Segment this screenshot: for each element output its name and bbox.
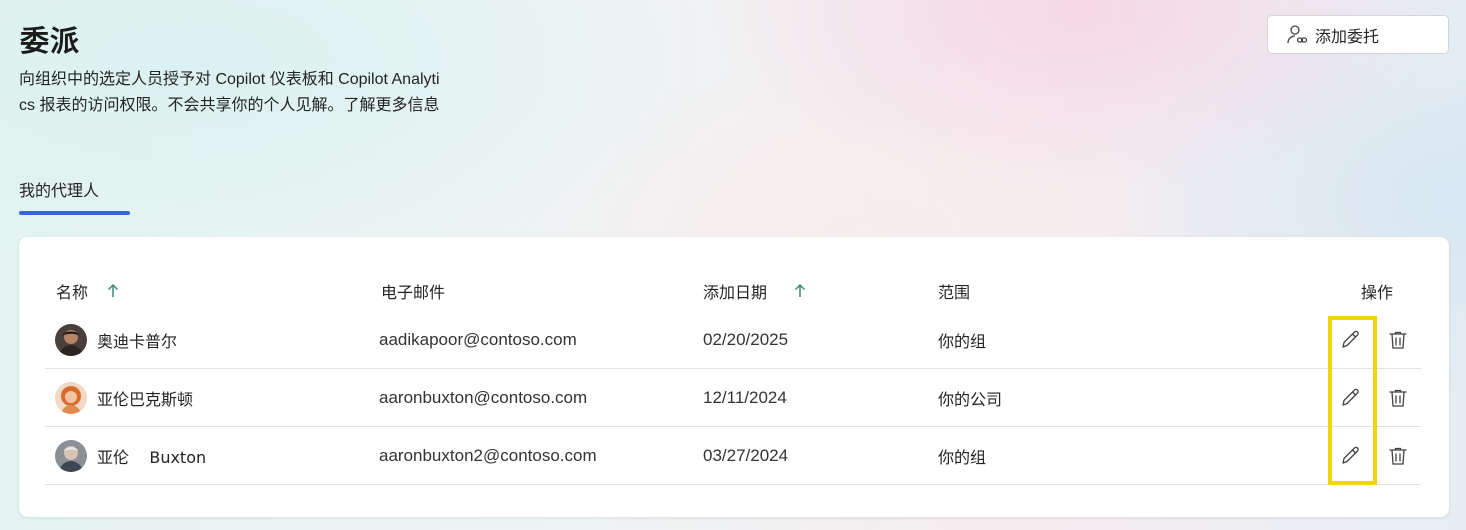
page-description-line-2: cs 报表的访问权限。不会共享你的个人见解。了解更多信息 bbox=[19, 97, 440, 114]
name-cell: 奥迪卡普尔 bbox=[55, 311, 177, 368]
sort-ascending-icon[interactable] bbox=[106, 283, 120, 299]
delete-icon[interactable] bbox=[1384, 326, 1412, 354]
column-header-scope-label: 范围 bbox=[938, 283, 971, 302]
add-delegate-button[interactable]: 添加委托 bbox=[1267, 15, 1449, 54]
name-cell: 亚伦 Buxton bbox=[55, 427, 206, 484]
delegate-name: 亚伦巴克斯顿 bbox=[97, 389, 194, 409]
delegate-scope: 你的组 bbox=[938, 447, 987, 467]
avatar bbox=[55, 323, 87, 356]
table-row[interactable]: 亚伦巴克斯顿 aaronbuxton@contoso.com 12/11/202… bbox=[45, 369, 1421, 427]
table-row[interactable]: 奥迪卡普尔 aadikapoor@contoso.com 02/20/2025 … bbox=[45, 311, 1421, 369]
delegate-email: aaronbuxton@contoso.com bbox=[379, 387, 588, 407]
delegate-date-added: 03/27/2024 bbox=[703, 445, 789, 465]
delete-icon[interactable] bbox=[1384, 384, 1412, 412]
column-header-email[interactable]: 电子邮件 bbox=[381, 279, 445, 303]
delegate-scope: 你的公司 bbox=[938, 389, 1003, 409]
column-header-name-label: 名称 bbox=[56, 283, 89, 302]
delegate-name: 亚伦 Buxton bbox=[97, 447, 207, 467]
column-header-scope[interactable]: 范围 bbox=[938, 279, 970, 303]
delegate-date-added: 02/20/2025 bbox=[703, 329, 789, 349]
table-row[interactable]: 亚伦 Buxton aaronbuxton2@contoso.com 03/27… bbox=[45, 427, 1421, 485]
delegate-email: aaronbuxton2@contoso.com bbox=[379, 445, 597, 465]
page-title: 委派 bbox=[20, 24, 81, 58]
column-header-email-label: 电子邮件 bbox=[381, 283, 446, 302]
avatar bbox=[55, 381, 87, 414]
page-description: 向组织中的选定人员授予对 Copilot 仪表板和 Copilot Analyt… bbox=[19, 67, 489, 119]
delete-icon[interactable] bbox=[1384, 442, 1412, 470]
person-link-icon bbox=[1285, 23, 1309, 47]
tab-selected-indicator bbox=[19, 211, 130, 215]
delegate-scope: 你的组 bbox=[938, 331, 987, 351]
sort-ascending-icon[interactable] bbox=[793, 283, 807, 299]
page-description-line-1: 向组织中的选定人员授予对 Copilot 仪表板和 Copilot Analyt… bbox=[19, 71, 440, 88]
edit-column-highlight bbox=[1328, 316, 1377, 485]
add-delegate-button-label: 添加委托 bbox=[1315, 26, 1380, 46]
column-header-name[interactable]: 名称 bbox=[56, 279, 120, 303]
delegate-email: aadikapoor@contoso.com bbox=[379, 329, 577, 349]
column-header-date-added-label: 添加日期 bbox=[703, 283, 768, 302]
tab-my-delegates[interactable]: 我的代理人 bbox=[19, 177, 99, 201]
avatar bbox=[55, 439, 87, 472]
column-header-actions-label: 操作 bbox=[1361, 283, 1394, 302]
name-cell: 亚伦巴克斯顿 bbox=[55, 369, 193, 426]
column-header-date-added[interactable]: 添加日期 bbox=[703, 279, 807, 303]
delegate-name: 奥迪卡普尔 bbox=[97, 331, 178, 351]
delegate-date-added: 12/11/2024 bbox=[703, 387, 787, 407]
column-header-actions: 操作 bbox=[1361, 279, 1393, 303]
